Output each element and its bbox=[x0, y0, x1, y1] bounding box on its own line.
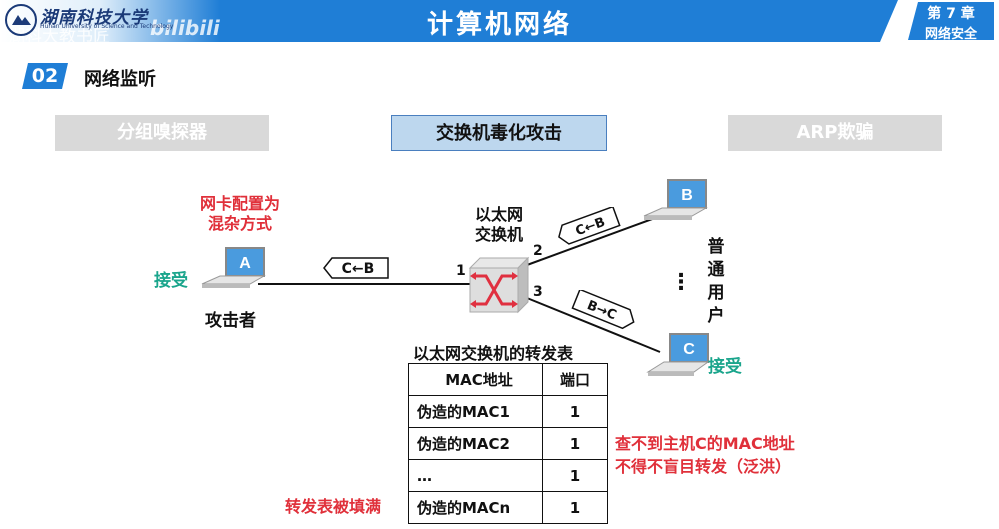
nic-promiscuous-note: 网卡配置为 混杂方式 bbox=[190, 194, 290, 234]
port-cell: 1 bbox=[542, 395, 608, 428]
table-row: … 1 bbox=[408, 459, 608, 492]
flooding-note-line2: 不得不盲目转发（泛洪） bbox=[615, 457, 792, 476]
switch-label: 以太网 交换机 bbox=[469, 205, 529, 245]
ordinary-users-char-3: 用 bbox=[707, 283, 725, 303]
mac-cell: 伪造的MAC1 bbox=[408, 395, 543, 428]
frame-to-b: C←B bbox=[558, 207, 621, 245]
header-mac: MAC地址 bbox=[408, 363, 543, 396]
host-c-letter: C bbox=[683, 341, 695, 358]
port-cell: 1 bbox=[542, 459, 608, 492]
table-header-row: MAC地址 端口 bbox=[408, 363, 608, 396]
mac-cell: … bbox=[408, 459, 543, 492]
frame-to-a-label: C←B bbox=[342, 261, 375, 277]
nic-note-line2: 混杂方式 bbox=[207, 214, 272, 233]
flooding-note-line1: 查不到主机C的MAC地址 bbox=[615, 434, 795, 453]
nic-note-line1: 网卡配置为 bbox=[199, 194, 280, 213]
more-hosts-dots: ⋮ bbox=[670, 270, 692, 295]
port-cell: 1 bbox=[542, 491, 608, 524]
host-a-letter: A bbox=[239, 255, 251, 272]
port-1-label: 1 bbox=[456, 263, 466, 279]
switch-label-line2: 交换机 bbox=[474, 225, 523, 244]
laptop-b-icon: B bbox=[643, 179, 708, 220]
attacker-label: 攻击者 bbox=[205, 311, 256, 331]
flooding-note: 查不到主机C的MAC地址 不得不盲目转发（泛洪） bbox=[615, 432, 795, 478]
host-b-letter: B bbox=[681, 187, 693, 204]
accept-label-a: 接受 bbox=[154, 271, 188, 291]
table-full-note: 转发表被填满 bbox=[285, 497, 382, 516]
ordinary-users-char-2: 通 bbox=[707, 260, 725, 280]
frame-to-a: C←B bbox=[323, 257, 389, 279]
port-3-label: 3 bbox=[533, 284, 543, 300]
ordinary-users-label: 普 通 用 户 bbox=[706, 236, 726, 328]
table-caption: 以太网交换机的转发表 bbox=[413, 344, 574, 363]
port-cell: 1 bbox=[542, 427, 608, 460]
ordinary-users-char-1: 普 bbox=[707, 237, 725, 257]
laptop-a-icon: A bbox=[201, 247, 266, 288]
accept-label-c: 接受 bbox=[708, 357, 742, 377]
ordinary-users-char-4: 户 bbox=[707, 306, 725, 326]
frame-to-c: B→C bbox=[571, 290, 635, 330]
table-row: 伪造的MAC1 1 bbox=[408, 395, 608, 428]
port-2-label: 2 bbox=[533, 243, 543, 259]
ethernet-switch-icon bbox=[468, 256, 530, 314]
laptop-c-icon: C bbox=[646, 333, 710, 376]
table-row: 伪造的MACn 1 bbox=[408, 491, 608, 524]
table-row: 伪造的MAC2 1 bbox=[408, 427, 608, 460]
mac-cell: 伪造的MACn bbox=[408, 491, 543, 524]
header-port: 端口 bbox=[542, 363, 608, 396]
mac-cell: 伪造的MAC2 bbox=[408, 427, 543, 460]
forwarding-table: MAC地址 端口 伪造的MAC1 1 伪造的MAC2 1 … 1 伪造的MACn… bbox=[408, 363, 608, 524]
switch-label-line1: 以太网 bbox=[474, 205, 523, 224]
